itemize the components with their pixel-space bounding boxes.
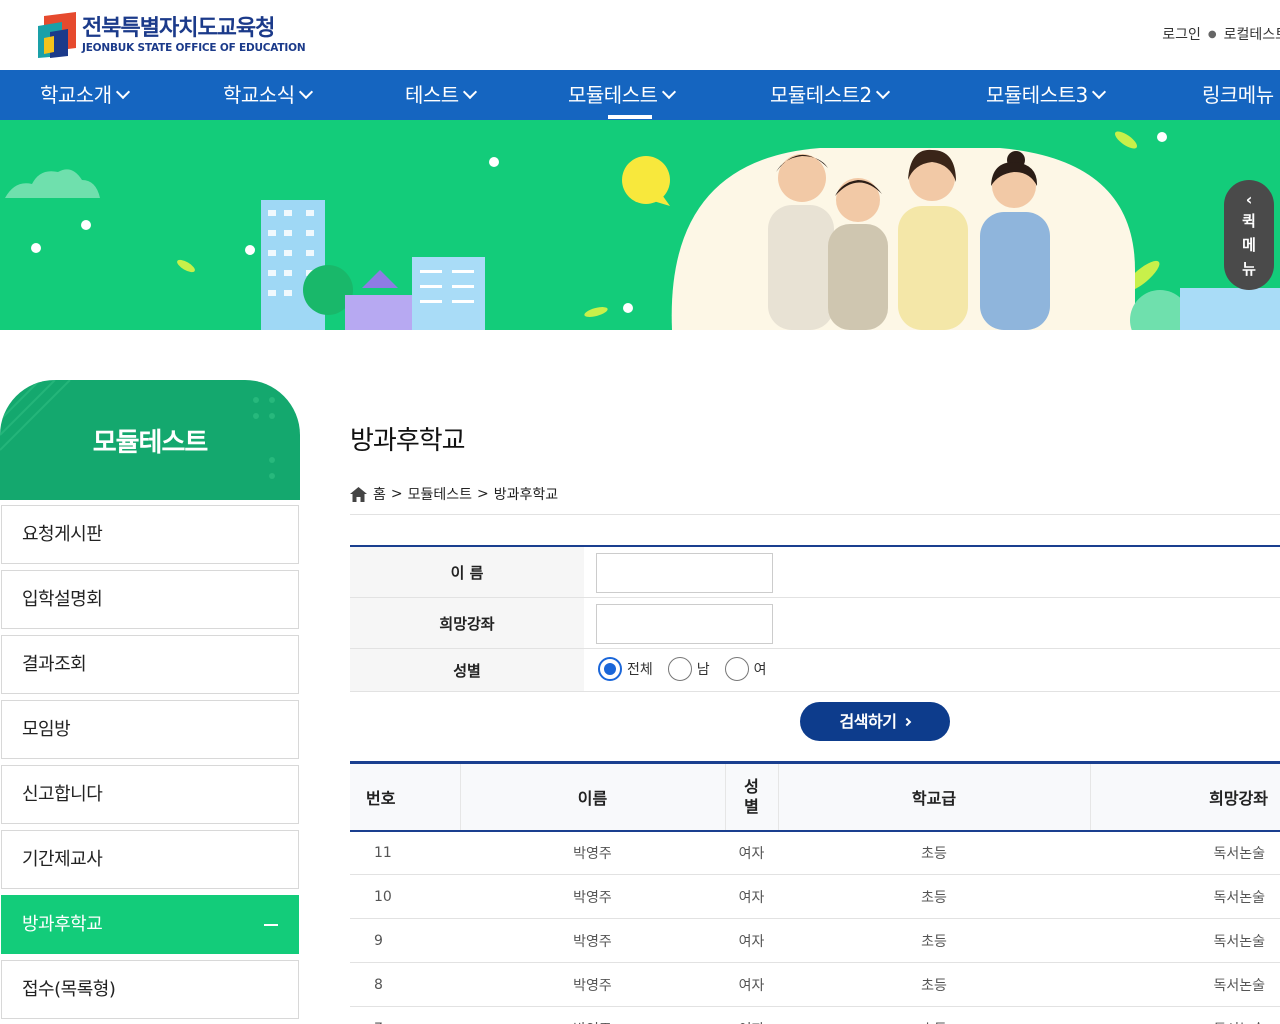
breadcrumb-separator: >: [390, 486, 403, 502]
breadcrumb-divider: [350, 514, 1280, 515]
chevron-left-icon: ‹: [1245, 190, 1253, 209]
breadcrumb: 홈 > 모듈테스트 > 방과후학교: [350, 484, 558, 504]
gender-radio-male[interactable]: [667, 657, 692, 681]
logo-subtitle: JEONBUK STATE OFFICE OF EDUCATION: [82, 42, 306, 54]
sidebar-item-report[interactable]: 신고합니다: [1, 765, 299, 824]
chevron-down-icon: [1091, 84, 1106, 100]
course-input[interactable]: [596, 604, 773, 644]
home-icon[interactable]: [350, 486, 367, 502]
breadcrumb-separator: >: [477, 486, 489, 502]
separator-dot-icon: ●: [1207, 28, 1217, 40]
breadcrumb-home[interactable]: 홈: [373, 484, 386, 504]
nav-item-module-test-3[interactable]: 모듈테스트3: [986, 70, 1106, 120]
gender-option-male-label: 남: [696, 662, 710, 678]
minus-icon: [264, 924, 278, 926]
col-header-school-level[interactable]: 학교급: [777, 762, 1090, 831]
nav-item-school-news[interactable]: 학교소식: [223, 70, 313, 120]
sidebar-item-contract-teacher[interactable]: 기간제교사: [1, 830, 299, 889]
col-header-name[interactable]: 이름: [459, 762, 725, 831]
quick-menu-button[interactable]: ‹ 퀵 메 뉴: [1224, 180, 1274, 290]
gender-radio-all[interactable]: [598, 657, 622, 681]
sidebar-item-meeting-room[interactable]: 모임방: [1, 700, 299, 759]
chevron-down-icon: [115, 84, 130, 100]
nav-item-test[interactable]: 테스트: [405, 70, 477, 120]
top-utility-links: 로그인 ● 로컬테스트: [1162, 24, 1280, 44]
gender-option-female-label: 여: [753, 662, 767, 678]
main-navigation: 학교소개 학교소식 테스트 모듈테스트 모듈테스트2 모듈테스트3 링크메뉴: [0, 70, 1280, 120]
nav-item-link-menu[interactable]: 링크메뉴: [1202, 70, 1274, 120]
logo-emblem-icon: [38, 12, 76, 58]
search-button[interactable]: 검색하기: [800, 702, 950, 741]
table-row[interactable]: 7 박영주 여자 초등 독서논술: [350, 1006, 1280, 1024]
nav-item-school-intro[interactable]: 학교소개: [40, 70, 130, 120]
chevron-down-icon: [661, 84, 676, 100]
breadcrumb-module-test[interactable]: 모듈테스트: [408, 484, 472, 504]
table-row[interactable]: 9 박영주 여자 초등 독서논술: [350, 918, 1280, 963]
nav-active-indicator: [608, 115, 652, 119]
sidebar-item-registration-list[interactable]: 접수(목록형): [1, 960, 299, 1019]
gender-radio-female[interactable]: [724, 657, 749, 681]
gender-radio-group: 전체 남 여: [598, 657, 782, 681]
col-header-no[interactable]: 번호: [350, 763, 460, 831]
sidebar-item-request-board[interactable]: 요청게시판: [1, 505, 299, 564]
table-row[interactable]: 8 박영주 여자 초등 독서논술: [350, 962, 1280, 1007]
chevron-down-icon: [462, 84, 477, 100]
col-header-course[interactable]: 희망강좌: [1089, 762, 1280, 831]
col-header-gender[interactable]: 성별: [724, 762, 778, 831]
chevron-right-icon: [903, 717, 912, 727]
chevron-down-icon: [875, 84, 890, 100]
sidebar-item-after-school[interactable]: 방과후학교: [1, 895, 299, 954]
results-table: 번호 이름 성별 학교급 희망강좌 11 박영주 여자 초등 독서논술 10 박…: [350, 761, 1280, 1024]
name-label: 이 름: [350, 547, 584, 597]
sidebar-title: 모듈테스트: [92, 428, 209, 458]
page-title: 방과후학교: [350, 426, 466, 456]
banner-illustration: [5, 131, 1280, 330]
name-input[interactable]: [596, 553, 773, 593]
nav-item-module-test[interactable]: 모듈테스트: [568, 70, 676, 120]
sidebar-header: 모듈테스트: [0, 380, 300, 500]
logo-title: 전북특별자치도교육청: [82, 16, 275, 41]
gender-option-all-label: 전체: [627, 662, 653, 678]
site-header: 전북특별자치도교육청 JEONBUK STATE OFFICE OF EDUCA…: [0, 0, 1280, 70]
local-test-link[interactable]: 로컬테스트: [1224, 24, 1280, 44]
sidebar-item-admission-briefing[interactable]: 입학설명회: [1, 570, 299, 629]
nav-item-module-test-2[interactable]: 모듈테스트2: [770, 70, 890, 120]
chevron-down-icon: [298, 84, 313, 100]
hero-banner: ‹ 퀵 메 뉴: [0, 120, 1280, 330]
login-link[interactable]: 로그인: [1162, 24, 1201, 44]
course-label: 희망강좌: [350, 598, 584, 648]
site-logo[interactable]: 전북특별자치도교육청 JEONBUK STATE OFFICE OF EDUCA…: [38, 12, 306, 58]
sidebar-item-result-inquiry[interactable]: 결과조회: [1, 635, 299, 694]
table-row[interactable]: 10 박영주 여자 초등 독서논술: [350, 874, 1280, 919]
search-form: 이 름 희망강좌 성별 전체 남 여: [350, 545, 1280, 692]
table-row[interactable]: 11 박영주 여자 초등 독서논술: [350, 830, 1280, 875]
gender-label: 성별: [350, 649, 584, 691]
table-header-row: 번호 이름 성별 학교급 희망강좌: [350, 762, 1280, 831]
breadcrumb-current: 방과후학교: [493, 487, 559, 503]
